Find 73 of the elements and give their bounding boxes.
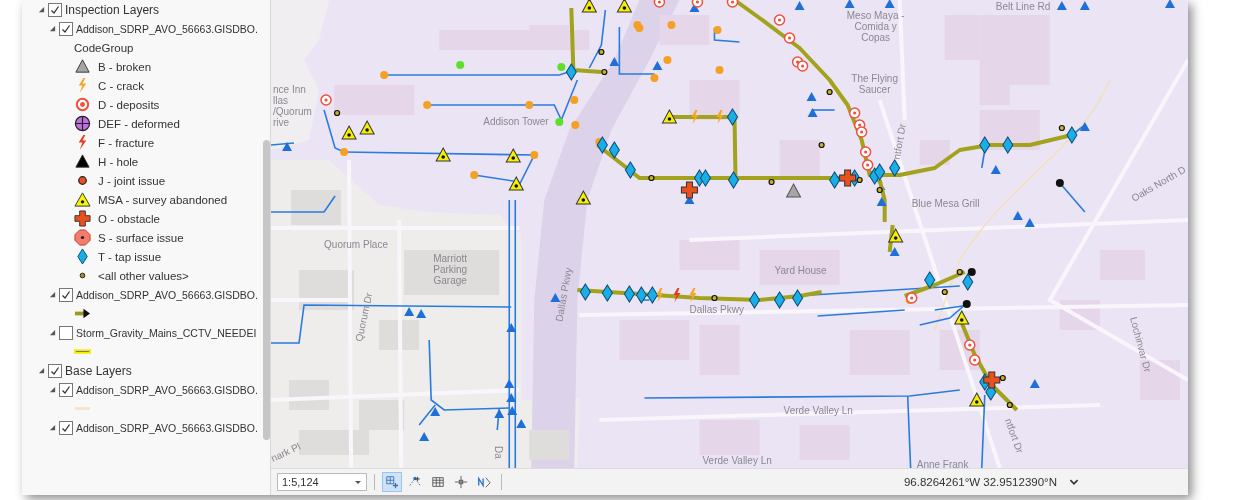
pointer-coordinates: 96.8264261°W 32.9512390°N: [903, 476, 1057, 488]
table-icon: [431, 475, 445, 489]
map-label: /Quorum: [273, 106, 312, 117]
legend-class-label: C - crack: [98, 79, 144, 92]
scale-field[interactable]: 1:5,124: [277, 473, 367, 491]
layer-checkbox[interactable]: [59, 382, 73, 397]
legend-class-label: B - broken: [98, 60, 152, 73]
legend-class-label: S - surface issue: [98, 231, 184, 244]
map-label: Oaks North D: [1129, 163, 1188, 204]
expand-arrow-icon[interactable]: [49, 25, 56, 32]
map-label: ntfort Dr: [890, 122, 908, 161]
layer-checkbox[interactable]: [48, 363, 62, 378]
expand-arrow-icon[interactable]: [49, 424, 56, 431]
map-label: Marriott: [433, 253, 468, 264]
layer-name[interactable]: Addison_SDRP_AVO_56663.GISDBO.: [76, 288, 258, 301]
map-label: rive: [273, 117, 290, 128]
layer-name[interactable]: Storm_Gravity_Mains_CCTV_NEEDEI: [76, 326, 257, 339]
map-tool-button[interactable]: [382, 472, 402, 492]
legend-class-label: MSA - survey abandoned: [98, 193, 228, 206]
map-label: Quorum Dr: [353, 291, 375, 343]
map-label: Addison Tower: [483, 116, 549, 127]
map-label: Copas: [861, 32, 891, 43]
layer-name[interactable]: Addison_SDRP_AVO_56663.GISDBO.: [76, 22, 258, 35]
layer-name[interactable]: Addison_SDRP_AVO_56663.GISDBO.: [76, 383, 258, 396]
layer-checkbox[interactable]: [59, 420, 73, 435]
map-label: Saucer: [858, 84, 891, 95]
expand-arrow-icon[interactable]: [49, 386, 56, 393]
layer-name[interactable]: Base Layers: [65, 363, 132, 378]
legend-class-label: T - tap issue: [98, 250, 162, 263]
legend-class-label: J - joint issue: [98, 174, 166, 187]
layer-name[interactable]: Inspection Layers: [65, 2, 160, 17]
scrollbar-thumb[interactable]: [262, 140, 270, 440]
legend-class-label: DEF - deformed: [98, 117, 180, 130]
map-label: Garage: [433, 275, 467, 286]
grid-plus-icon: [385, 475, 399, 489]
map-label: Comida y: [854, 21, 897, 32]
map-label: Yard House: [774, 265, 827, 276]
map-label: Parking: [433, 264, 468, 275]
expand-arrow-icon[interactable]: [49, 291, 56, 298]
layer-name[interactable]: Addison_SDRP_AVO_56663.GISDBO.: [76, 421, 258, 434]
layer-checkbox[interactable]: [48, 2, 62, 17]
map-label: Belt Line Rd: [995, 1, 1051, 12]
map-label: Verde Valley Ln: [702, 455, 772, 466]
map-label: Dallas Pkwy: [689, 304, 744, 315]
layer-checkbox[interactable]: [59, 287, 73, 302]
expand-arrow-icon[interactable]: [49, 329, 56, 336]
expand-arrow-icon[interactable]: [38, 367, 45, 374]
crosshair-icon: [454, 475, 468, 489]
caret-icon: [354, 478, 362, 486]
north-arrow-icon: [477, 475, 491, 489]
map-label: Meso Maya -: [846, 10, 905, 21]
map-label: The Flying: [851, 73, 898, 84]
map-label: Blue Mesa Grill: [911, 198, 980, 209]
legend-class-label: H - hole: [98, 155, 139, 168]
map-label: Quorum Place: [324, 239, 388, 250]
legend-class-label: <all other values>: [98, 269, 189, 282]
snap-icon: [408, 475, 422, 489]
map-label: nce Inn: [273, 84, 306, 95]
map-label: ntfort Dr: [1002, 416, 1026, 455]
map-label: Verde Valley Ln: [783, 405, 853, 416]
legend-heading: CodeGroup: [74, 41, 134, 54]
map-label: Da: [493, 446, 505, 459]
expand-arrow-icon[interactable]: [38, 6, 45, 13]
layer-checkbox[interactable]: [59, 325, 73, 340]
legend-class-label: F - fracture: [98, 136, 155, 149]
map-label: Anne Frank: [916, 459, 969, 468]
legend-class-label: O - obstacle: [98, 212, 160, 225]
map-label: llas: [273, 95, 289, 106]
map-label: Dallas Pkwy: [553, 266, 574, 323]
map-label: nark Pl: [271, 440, 303, 464]
layer-checkbox[interactable]: [59, 21, 73, 36]
map-label: Lochinvar Dr: [1128, 315, 1154, 374]
legend-class-label: D - deposits: [98, 98, 160, 111]
